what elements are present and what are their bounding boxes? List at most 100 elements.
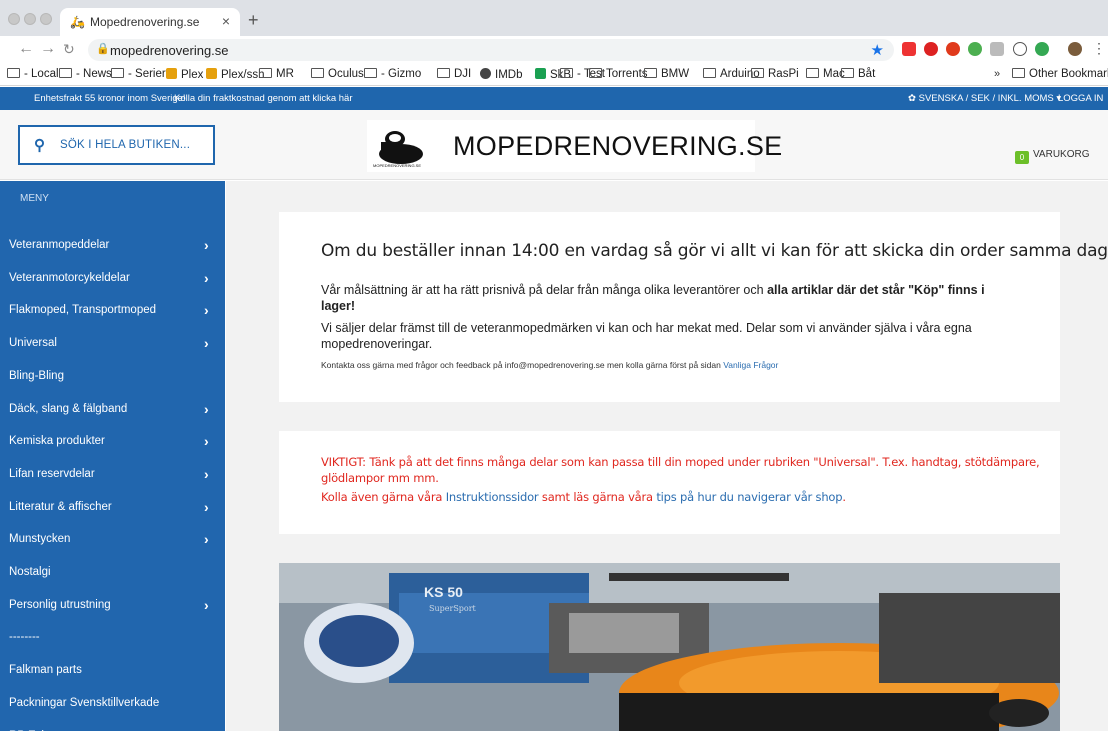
bookmark-item[interactable]: - Local bbox=[7, 68, 59, 80]
logo-caption: MOPEDRENOVERING.SE bbox=[373, 163, 421, 168]
folder-icon bbox=[364, 68, 377, 78]
sidebar-item[interactable]: -------- bbox=[0, 623, 225, 653]
bookmark-star-icon[interactable]: ★ bbox=[871, 41, 884, 59]
bookmark-item[interactable]: IMDb bbox=[480, 68, 522, 81]
login-link[interactable]: LOGGA IN bbox=[1058, 93, 1103, 104]
chevron-right-icon: › bbox=[204, 498, 209, 515]
store-logo[interactable]: MOPEDRENOVERING.SE MOPEDRENOVERING.SE bbox=[367, 120, 782, 172]
hero-badge-text: KS 50 bbox=[424, 584, 463, 600]
bookmark-item[interactable]: - News bbox=[59, 68, 112, 80]
sidebar-item[interactable]: Falkman parts bbox=[0, 656, 225, 686]
chevron-right-icon: › bbox=[204, 531, 209, 548]
intro-paragraph: Vår målsättning är att ha rätt prisnivå … bbox=[321, 283, 985, 313]
bookmark-item[interactable]: BMW bbox=[644, 68, 689, 80]
sidebar-item[interactable]: Nostalgi bbox=[0, 558, 225, 588]
other-bookmarks[interactable]: Other Bookmarks bbox=[1012, 68, 1108, 80]
contact-text: Kontakta oss gärna med frågor och feedba… bbox=[321, 360, 779, 370]
chevron-right-icon: › bbox=[204, 269, 209, 286]
bookmark-item[interactable]: Plex bbox=[166, 68, 203, 81]
folder-icon bbox=[841, 68, 854, 78]
address-bar[interactable]: 🔒 mopedrenovering.se ★ bbox=[88, 39, 894, 61]
sidebar-item[interactable]: Veteranmopeddelar › bbox=[0, 231, 225, 261]
bookmark-item[interactable]: Plex/ssh bbox=[206, 68, 264, 81]
headline: Om du beställer innan 14:00 en vardag så… bbox=[321, 241, 1108, 261]
language-currency-selector[interactable]: ✿ SVENSKA / SEK / INKL. MOMS ▾ bbox=[908, 93, 1061, 104]
sidebar-item[interactable]: Flakmoped, Transportmoped › bbox=[0, 296, 225, 326]
sidebar-item[interactable]: Personlig utrustning › bbox=[0, 591, 225, 621]
more-bookmarks-icon[interactable]: » bbox=[994, 68, 1000, 80]
store-topbar: Enhetsfrakt 55 kronor inom Sverige! Koll… bbox=[0, 87, 1108, 110]
extension-icon[interactable] bbox=[946, 42, 960, 56]
globe-icon bbox=[480, 68, 491, 79]
folder-icon bbox=[437, 68, 450, 78]
folder-icon bbox=[703, 68, 716, 78]
bookmark-item[interactable]: Båt bbox=[841, 68, 875, 80]
sidebar-item[interactable]: Litteratur & affischer › bbox=[0, 493, 225, 523]
links-line: Kolla även gärna våra Instruktionssidor … bbox=[321, 490, 846, 504]
lock-icon: 🔒 bbox=[96, 43, 110, 55]
reload-icon[interactable]: ↻ bbox=[63, 41, 75, 57]
bookmark-item[interactable]: Torrents bbox=[589, 68, 648, 80]
instructions-link[interactable]: Instruktionssidor bbox=[446, 490, 539, 504]
close-tab-icon[interactable]: × bbox=[222, 13, 230, 29]
brand-name: MOPEDRENOVERING.SE bbox=[453, 131, 783, 161]
sidebar-item[interactable]: Bling-Bling bbox=[0, 362, 225, 392]
chevron-right-icon: › bbox=[204, 302, 209, 319]
cart-label: VARUKORG bbox=[1033, 149, 1090, 160]
sidebar-item[interactable]: RP Exhausts bbox=[0, 722, 225, 752]
plex-icon bbox=[206, 68, 217, 79]
extension-icon[interactable] bbox=[968, 42, 982, 56]
moped-favicon-icon: 🛵 bbox=[70, 15, 85, 29]
faq-link[interactable]: Vanliga Frågor bbox=[723, 360, 778, 370]
gear-icon: ✿ bbox=[908, 93, 916, 104]
search-input[interactable]: ⚲ SÖK I HELA BUTIKEN... bbox=[18, 125, 215, 165]
info-box: Om du beställer innan 14:00 en vardag så… bbox=[279, 212, 1108, 402]
sidebar-item[interactable]: Veteranmotorcykeldelar › bbox=[0, 264, 225, 294]
important-box: VIKTIGT: Tänk på att det finns många del… bbox=[279, 431, 1060, 534]
cart-button[interactable]: 0 VARUKORG bbox=[1015, 149, 1090, 164]
sidebar-item[interactable]: Packningar Svensktillverkade bbox=[0, 689, 225, 719]
window-zoom-dot[interactable] bbox=[40, 13, 52, 25]
sidebar-item[interactable]: Munstycken › bbox=[0, 525, 225, 555]
sidebar-item[interactable]: Däck, slang & fälgband › bbox=[0, 395, 225, 425]
browser-menu-icon[interactable]: ⋮ bbox=[1092, 40, 1106, 57]
extension-icon[interactable] bbox=[1013, 42, 1027, 56]
plex-icon bbox=[166, 68, 177, 79]
folder-icon bbox=[311, 68, 324, 78]
extension-icon[interactable] bbox=[990, 42, 1004, 56]
shipping-cost-link[interactable]: Kolla din fraktkostnad genom att klicka … bbox=[174, 93, 352, 104]
profile-avatar[interactable] bbox=[1068, 42, 1082, 56]
browser-tab[interactable]: 🛵 Mopedrenovering.se × bbox=[60, 8, 240, 36]
important-notice: VIKTIGT: Tänk på att det finns många del… bbox=[321, 455, 1040, 485]
bookmark-item[interactable]: - Serier bbox=[111, 68, 166, 80]
sidebar-item[interactable]: Kemiska produkter › bbox=[0, 427, 225, 457]
bookmark-item[interactable]: RasPi bbox=[751, 68, 799, 80]
folder-icon bbox=[589, 68, 602, 78]
new-tab-button[interactable]: + bbox=[248, 11, 259, 29]
forward-icon[interactable]: → bbox=[40, 41, 56, 57]
tab-title: Mopedrenovering.se bbox=[90, 15, 200, 29]
about-paragraph: Vi säljer delar främst till de veteranmo… bbox=[321, 321, 972, 351]
back-icon[interactable]: ← bbox=[18, 41, 34, 57]
extension-icon[interactable] bbox=[902, 42, 916, 56]
bookmark-item[interactable]: Mac bbox=[806, 68, 845, 80]
navigation-tips-link[interactable]: tips på hur du navigerar vår shop bbox=[656, 490, 842, 504]
bookmark-item[interactable]: - Gizmo bbox=[364, 68, 421, 80]
hero-image[interactable]: KS 50 SuperSport bbox=[279, 563, 1060, 731]
bookmark-item[interactable]: MR bbox=[259, 68, 294, 80]
moped-photo: KS 50 SuperSport bbox=[279, 563, 1060, 731]
extension-icon[interactable] bbox=[924, 42, 938, 56]
folder-icon bbox=[1012, 68, 1025, 78]
browser-tab-strip: 🛵 Mopedrenovering.se × + bbox=[0, 0, 1108, 36]
chevron-right-icon: › bbox=[204, 596, 209, 613]
folder-icon bbox=[7, 68, 20, 78]
sidebar-item[interactable]: Lifan reservdelar › bbox=[0, 460, 225, 490]
window-close-dot[interactable] bbox=[8, 13, 20, 25]
window-minimize-dot[interactable] bbox=[24, 13, 36, 25]
bookmark-item[interactable]: DJI bbox=[437, 68, 471, 80]
folder-icon bbox=[59, 68, 72, 78]
bookmark-item[interactable]: Oculus bbox=[311, 68, 364, 80]
sidebar-item[interactable]: Universal › bbox=[0, 329, 225, 359]
extension-icon[interactable] bbox=[1035, 42, 1049, 56]
folder-icon bbox=[560, 68, 573, 78]
